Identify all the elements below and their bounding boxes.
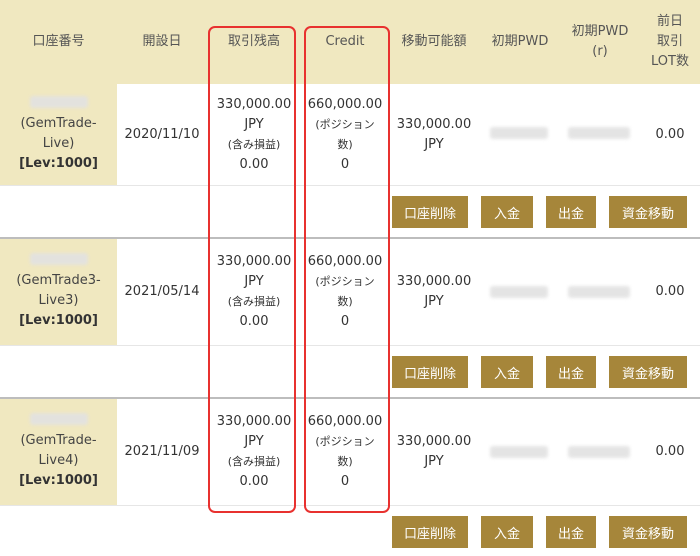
open-date: 2021/05/14	[124, 284, 200, 299]
withdraw-button[interactable]: 出金	[546, 196, 596, 228]
leverage-label: [Lev:1000]	[19, 473, 98, 488]
transfer-funds-button[interactable]: 資金移動	[609, 516, 687, 548]
account-name: (GemTrade-Live)	[20, 115, 97, 151]
account-name-cont: Live4)	[38, 453, 79, 468]
header-prev-lot: 前日 取引 LOT数	[651, 14, 689, 69]
leverage-label: [Lev:1000]	[19, 313, 98, 328]
balance-cell: 330,000.00 JPY (含み損益) 0.00	[216, 414, 292, 489]
deposit-button[interactable]: 入金	[481, 196, 533, 228]
header-credit: Credit	[325, 34, 365, 49]
account-cell: (GemTrade- Live4) [Lev:1000]	[0, 399, 117, 505]
transferable-cell: 330,000.00 JPY	[396, 434, 472, 469]
delete-account-button[interactable]: 口座削除	[392, 196, 468, 228]
leverage-label: [Lev:1000]	[19, 155, 98, 171]
redacted-initial-pwd	[490, 286, 548, 298]
balance-cell: 330,000.00 JPY (含み損益) 0.00	[216, 254, 292, 329]
transferable-cell: 330,000.00 JPY	[396, 274, 472, 309]
deposit-button[interactable]: 入金	[481, 516, 533, 548]
header-transferable: 移動可能額	[401, 34, 467, 49]
row-divider	[0, 185, 700, 186]
transfer-funds-button[interactable]: 資金移動	[609, 356, 687, 388]
header-initial-pwd-r: 初期PWD (r)	[571, 24, 629, 59]
row-divider	[0, 345, 700, 346]
header-balance: 取引残高	[227, 34, 280, 49]
redacted-account-number	[29, 95, 88, 108]
prev-lot: 0.00	[655, 284, 685, 299]
deposit-button[interactable]: 入金	[481, 356, 533, 388]
withdraw-button[interactable]: 出金	[546, 356, 596, 388]
prev-lot: 0.00	[655, 126, 685, 142]
credit-cell: 660,000.00 (ポジション 数) 0	[307, 254, 383, 329]
account-name: (GemTrade-	[20, 433, 97, 448]
redacted-initial-pwd	[490, 127, 548, 139]
account-cell: (GemTrade-Live) [Lev:1000]	[0, 84, 117, 185]
balance-cell: 330,000.00 JPY (含み損益) 0.00	[216, 96, 292, 172]
redacted-initial-pwd-r	[568, 127, 630, 139]
transferable-cell: 330,000.00 JPY	[396, 116, 472, 152]
withdraw-button[interactable]: 出金	[546, 516, 596, 548]
prev-lot: 0.00	[655, 444, 685, 459]
credit-cell: 660,000.00 (ポジション 数) 0	[307, 414, 383, 489]
header-open-date: 開設日	[142, 34, 182, 49]
account-cell: (GemTrade3- Live3) [Lev:1000]	[0, 239, 117, 345]
account-name-cont: Live3)	[38, 293, 79, 308]
transfer-funds-button[interactable]: 資金移動	[609, 196, 687, 228]
redacted-initial-pwd-r	[568, 286, 630, 298]
account-name: (GemTrade3-	[16, 273, 101, 288]
header-initial-pwd: 初期PWD	[491, 34, 549, 49]
redacted-account-number	[29, 253, 88, 265]
row-divider	[0, 505, 700, 506]
credit-cell: 660,000.00 (ポジション 数) 0	[307, 96, 383, 172]
delete-account-button[interactable]: 口座削除	[392, 356, 468, 388]
redacted-account-number	[29, 413, 88, 425]
redacted-initial-pwd-r	[568, 446, 630, 458]
delete-account-button[interactable]: 口座削除	[392, 516, 468, 548]
open-date: 2021/11/09	[124, 444, 200, 459]
open-date: 2020/11/10	[124, 126, 200, 142]
header-account-no: 口座番号	[32, 34, 85, 49]
redacted-initial-pwd	[490, 446, 548, 458]
